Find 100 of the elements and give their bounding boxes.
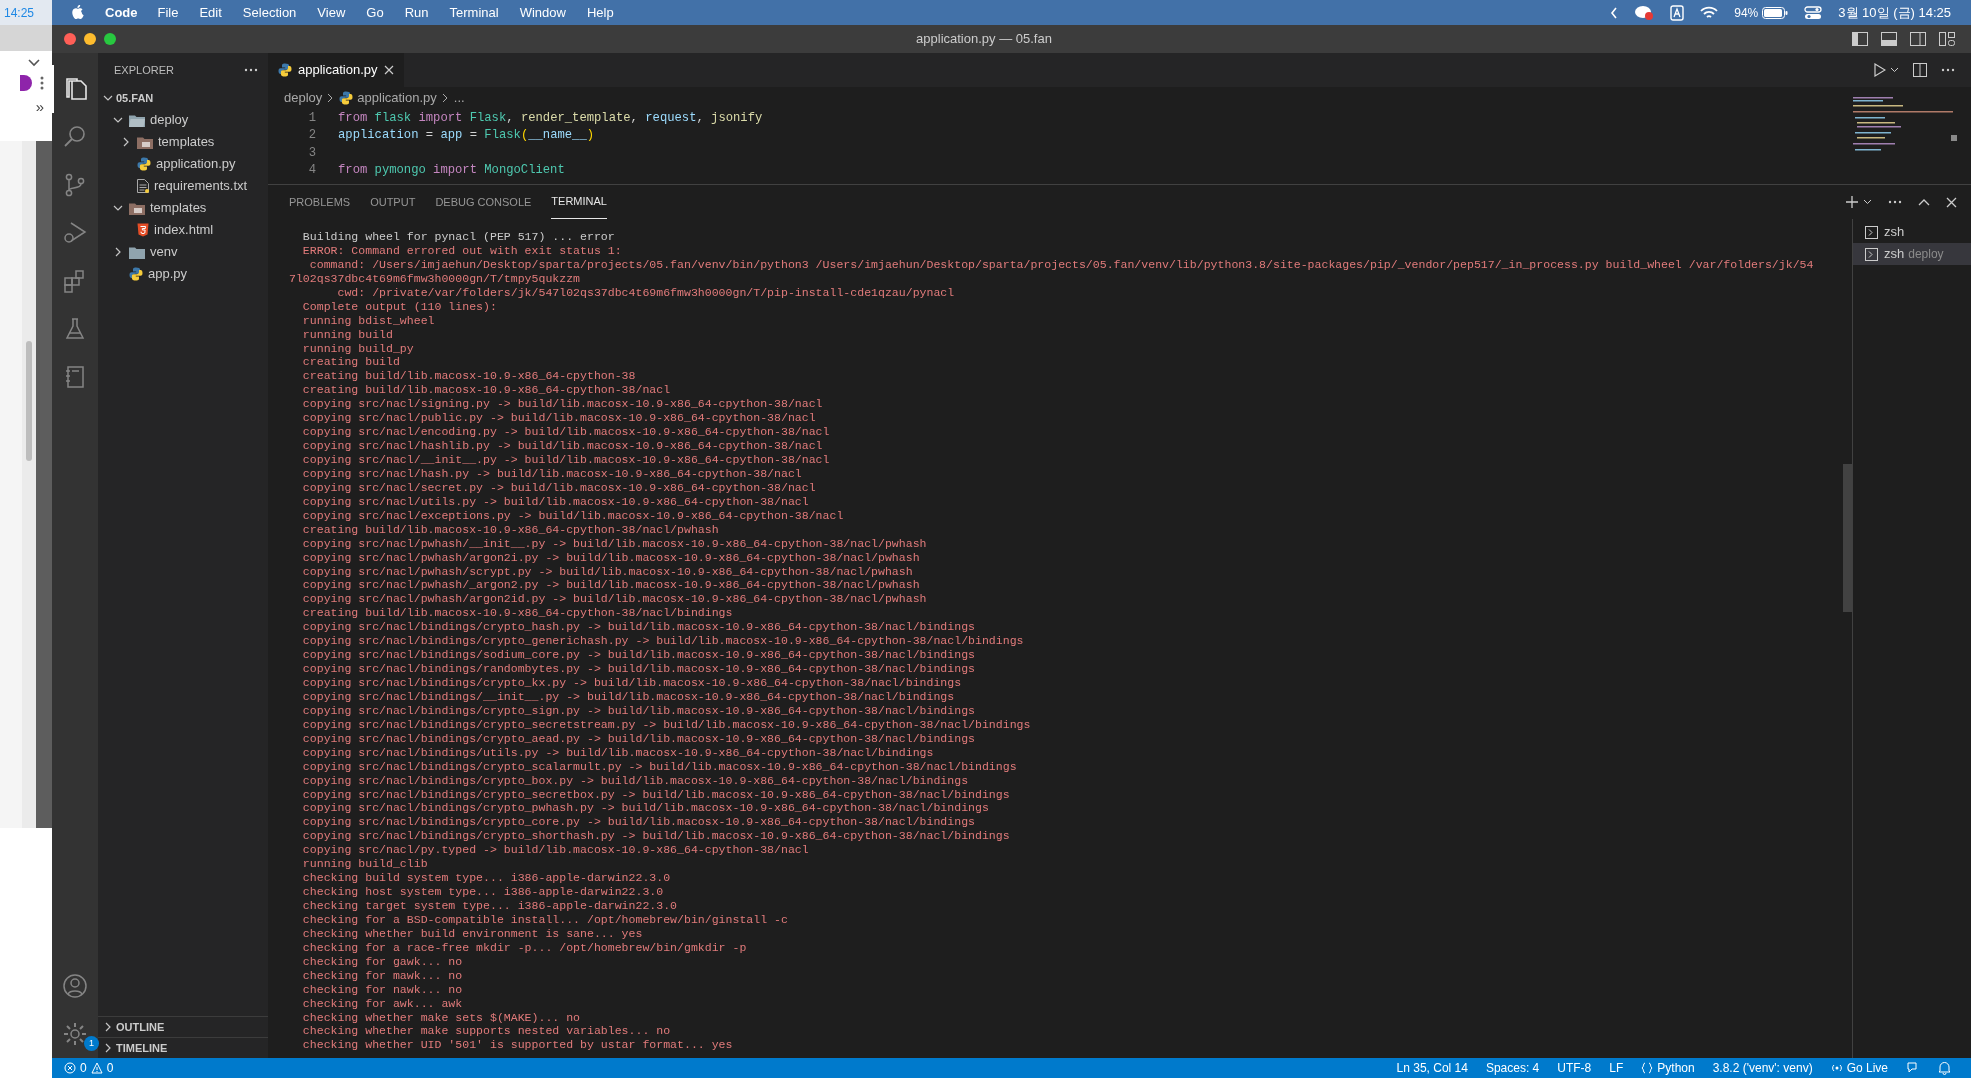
panel-tab[interactable]: PROBLEMS bbox=[289, 185, 351, 219]
feedback-icon[interactable] bbox=[1906, 1061, 1920, 1075]
customize-layout-icon[interactable] bbox=[1939, 32, 1955, 46]
new-terminal-icon[interactable] bbox=[1845, 195, 1859, 209]
apple-icon[interactable] bbox=[72, 5, 85, 20]
terminal-line: creating build/lib.macosx-10.9-x86_64-cpython-38/nacl bbox=[301, 383, 672, 398]
more-icon[interactable] bbox=[40, 76, 44, 90]
menu-item[interactable]: Run bbox=[404, 2, 429, 23]
zoom-window-button[interactable] bbox=[104, 33, 116, 45]
tree-item[interactable]: deploy bbox=[98, 109, 268, 131]
toggle-panel-icon[interactable] bbox=[1881, 32, 1897, 46]
avatar-icon[interactable] bbox=[20, 75, 32, 91]
run-icon[interactable] bbox=[1874, 63, 1886, 77]
folder-header[interactable]: 05.FAN bbox=[98, 87, 268, 109]
terminal-line: checking target system type... i386-apple-darwin22.3.0 bbox=[301, 899, 679, 913]
menu-item[interactable]: View bbox=[317, 2, 346, 23]
control-center-icon[interactable] bbox=[1804, 5, 1823, 20]
tree-item[interactable]: templates bbox=[98, 131, 268, 153]
battery-icon[interactable] bbox=[1762, 6, 1789, 19]
chevron-left-icon[interactable] bbox=[1610, 6, 1619, 19]
breadcrumb-item[interactable]: deploy bbox=[284, 88, 323, 108]
more-icon[interactable] bbox=[244, 68, 258, 72]
more-icon[interactable] bbox=[1888, 200, 1902, 204]
terminal-line: copying src/nacl/secret.py -> build/lib.macosx-10.9-x86_64-cpython-38/nacl bbox=[301, 480, 817, 495]
panel-tab[interactable]: DEBUG CONSOLE bbox=[435, 185, 532, 219]
more-icon[interactable] bbox=[1941, 68, 1955, 72]
scrollbar-thumb[interactable] bbox=[26, 341, 32, 461]
status-item[interactable]: UTF-8 bbox=[1557, 1059, 1592, 1077]
menu-item[interactable]: File bbox=[157, 2, 179, 23]
status-item[interactable]: LF bbox=[1609, 1059, 1624, 1077]
account-icon[interactable] bbox=[62, 973, 88, 999]
chat-icon[interactable] bbox=[1634, 4, 1655, 21]
terminal-line: copying src/nacl/bindings/utils.py -> build/lib.macosx-10.9-x86_64-cpython-38/nacl/bindings bbox=[301, 745, 935, 760]
date-time[interactable]: 3월 10일 (금) 14:25 bbox=[1838, 2, 1951, 23]
maximize-panel-icon[interactable] bbox=[1918, 198, 1930, 206]
overflow-chevrons[interactable]: » bbox=[35, 99, 44, 114]
bell-icon[interactable] bbox=[1938, 1061, 1951, 1075]
terminal-line: running build_clib bbox=[301, 857, 429, 872]
menu-item[interactable]: Terminal bbox=[449, 2, 499, 23]
language-mode[interactable]: Python bbox=[1641, 1059, 1695, 1077]
broadcast-icon bbox=[1830, 1062, 1843, 1074]
line-number: 1 bbox=[307, 109, 316, 127]
warning-icon bbox=[90, 1062, 103, 1074]
close-icon[interactable] bbox=[1946, 196, 1957, 208]
terminal-line: checking whether UID '501' is supported by ustar format... yes bbox=[301, 1038, 734, 1053]
menu-item[interactable]: Window bbox=[519, 2, 566, 23]
chevron-down-icon[interactable] bbox=[28, 59, 40, 67]
tree-item[interactable]: requirements.txt bbox=[98, 175, 268, 197]
close-window-button[interactable] bbox=[64, 33, 76, 45]
problems-indicator[interactable]: 0 0 bbox=[64, 1059, 114, 1077]
tree-item[interactable]: app.py bbox=[98, 263, 268, 285]
braces-icon bbox=[1641, 1062, 1654, 1074]
terminal-line: copying src/nacl/bindings/crypto_pwhash.py -> build/lib.macosx-10.9-x86_64-cpython-38/nacl/bindings bbox=[301, 801, 990, 816]
input-source-icon[interactable] bbox=[1670, 4, 1685, 21]
wifi-icon[interactable] bbox=[1700, 5, 1719, 20]
terminal-line: checking whether build environment is sane... yes bbox=[301, 926, 644, 941]
scrollbar-thumb[interactable] bbox=[1843, 464, 1852, 612]
panel-tab[interactable]: TERMINAL bbox=[551, 185, 607, 219]
run-debug-icon[interactable] bbox=[62, 220, 88, 246]
terminal-line: running build_py bbox=[301, 341, 415, 356]
panel-tab[interactable]: OUTPUT bbox=[370, 185, 416, 219]
tree-item[interactable]: venv bbox=[98, 241, 268, 263]
breadcrumb-item[interactable]: application.py bbox=[357, 88, 437, 108]
terminal-line: creating build bbox=[301, 355, 401, 370]
settings-icon[interactable] bbox=[62, 1021, 88, 1047]
terminal-instance[interactable]: zsh bbox=[1853, 221, 1971, 243]
terminal-icon bbox=[1865, 247, 1878, 261]
breadcrumb-item[interactable]: ... bbox=[453, 88, 465, 108]
terminal-instance[interactable]: zsh deploy bbox=[1853, 243, 1971, 265]
menu-item[interactable]: Help bbox=[586, 2, 614, 23]
menu-item[interactable]: Edit bbox=[199, 2, 222, 23]
terminal-line: creating build/lib.macosx-10.9-x86_64-cpython-38/nacl/bindings bbox=[301, 606, 734, 621]
terminal-line: copying src/nacl/bindings/__init__.py -> build/lib.macosx-10.9-x86_64-cpython-38/nacl/bindings bbox=[301, 689, 956, 704]
warning-count: 0 bbox=[106, 1060, 114, 1077]
app-menu[interactable]: Code bbox=[105, 2, 138, 23]
tree-item[interactable]: templates bbox=[98, 197, 268, 219]
go-live-button[interactable]: Go Live bbox=[1830, 1059, 1888, 1077]
interpreter-selector[interactable]: 3.8.2 ('venv': venv) bbox=[1712, 1059, 1813, 1077]
terminal-line: checking for nawk... no bbox=[301, 982, 464, 997]
split-editor-icon[interactable] bbox=[1913, 63, 1927, 77]
terminal-line: Building wheel for pynacl (PEP 517) ... error bbox=[301, 230, 616, 244]
tree-item[interactable]: application.py bbox=[98, 153, 268, 175]
code-line: application = app = Flask(__name__) bbox=[337, 127, 595, 145]
terminal-line: creating build/lib.macosx-10.9-x86_64-cpython-38/nacl/pwhash bbox=[301, 522, 720, 537]
toggle-sidebar-icon[interactable] bbox=[1852, 32, 1868, 46]
menu-item[interactable]: Selection bbox=[242, 2, 297, 23]
terminal-line: copying src/nacl/bindings/crypto_shorthash.py -> build/lib.macosx-10.9-x86_64-cpython-38/nacl/bindings bbox=[301, 829, 1011, 844]
menu-item[interactable]: Go bbox=[366, 2, 384, 23]
terminal-line: running build bbox=[301, 327, 394, 342]
terminal-line: copying src/nacl/bindings/crypto_sign.py -> build/lib.macosx-10.9-x86_64-cpython-38/nacl/bindings bbox=[301, 703, 976, 718]
terminal-line: copying src/nacl/bindings/crypto_secretbox.py -> build/lib.macosx-10.9-x86_64-cpython-38/nacl/bindings bbox=[301, 787, 1011, 802]
close-icon[interactable] bbox=[383, 65, 394, 75]
tree-item[interactable]: index.html bbox=[98, 219, 268, 241]
status-item[interactable]: Ln 35, Col 14 bbox=[1396, 1059, 1468, 1077]
status-item[interactable]: Spaces: 4 bbox=[1485, 1059, 1540, 1077]
split-layout-icon[interactable] bbox=[1910, 32, 1926, 46]
files-icon[interactable] bbox=[63, 76, 89, 102]
minimize-window-button[interactable] bbox=[84, 33, 96, 45]
terminal-line: running bdist_wheel bbox=[301, 313, 436, 328]
editor-tab[interactable]: application.py bbox=[268, 53, 404, 87]
